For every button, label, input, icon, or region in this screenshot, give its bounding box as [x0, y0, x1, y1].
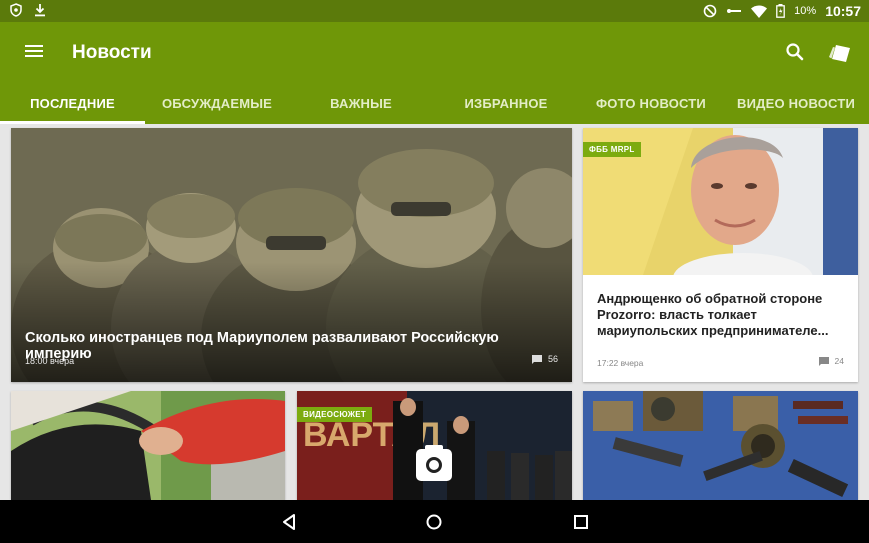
shield-icon: [10, 3, 22, 17]
category-badge: ФББ MRPL: [583, 142, 641, 157]
battery-level: 10%: [794, 5, 817, 17]
status-bar: 10% 10:57: [0, 0, 869, 22]
download-icon: [35, 4, 45, 17]
news-photo-handbag: [11, 391, 285, 500]
news-photo-weapons: [583, 391, 858, 500]
back-icon[interactable]: [278, 511, 300, 533]
tab-discussed[interactable]: ОБСУЖДАЕМЫЕ: [145, 82, 289, 124]
cards-icon: [829, 45, 850, 62]
news-headline: Андрющенко об обратной стороне Prozorro:…: [597, 291, 829, 338]
comment-count: 56: [531, 354, 558, 364]
comment-icon: [531, 354, 542, 364]
tab-video-news[interactable]: ВИДЕО НОВОСТИ: [723, 82, 869, 124]
app-bar: Новости ПОСЛЕДНИЕ ОБСУЖДАЕМЫЕ ВАЖНЫЕ ИЗБ…: [0, 22, 869, 124]
navigation-bar: [0, 500, 869, 543]
news-card-prozorro[interactable]: ФББ MRPL Андрющенко об обратной стороне …: [583, 128, 858, 382]
news-headline: Сколько иностранцев под Мариуполем разва…: [25, 330, 499, 362]
recents-icon[interactable]: [570, 511, 592, 533]
tab-bar: ПОСЛЕДНИЕ ОБСУЖДАЕМЫЕ ВАЖНЫЕ ИЗБРАННОЕ Ф…: [0, 82, 869, 124]
search-icon: [786, 43, 804, 61]
clock: 10:57: [825, 3, 861, 19]
home-icon[interactable]: [423, 511, 445, 533]
search-button[interactable]: [780, 37, 810, 67]
tab-photo-news[interactable]: ФОТО НОВОСТИ: [579, 82, 723, 124]
menu-button[interactable]: [24, 40, 50, 66]
battery-icon: [776, 4, 786, 18]
cards-view-button[interactable]: [824, 37, 856, 67]
news-time: 17:22 вчера: [597, 358, 644, 368]
do-not-disturb-icon: [703, 4, 717, 18]
tab-favorites[interactable]: ИЗБРАННОЕ: [433, 82, 579, 124]
page-title: Новости: [72, 42, 152, 63]
news-card-video[interactable]: ВАРТАЛ ВИДЕОСЮЖЕТ: [297, 391, 572, 500]
wifi-icon: [751, 5, 768, 18]
menu-icon: [25, 45, 43, 47]
category-badge: ВИДЕОСЮЖЕТ: [297, 407, 373, 422]
news-card-handbag[interactable]: [11, 391, 285, 500]
news-card-weapons[interactable]: [583, 391, 858, 500]
news-card-featured[interactable]: Сколько иностранцев под Мариуполем разва…: [11, 128, 572, 382]
tab-important[interactable]: ВАЖНЫЕ: [289, 82, 433, 124]
camera-icon: [416, 445, 452, 481]
news-time: 18:00 вчера: [25, 356, 75, 366]
comment-count: 24: [818, 356, 844, 366]
key-icon: [727, 9, 742, 13]
tab-latest[interactable]: ПОСЛЕДНИЕ: [0, 82, 145, 124]
comment-icon: [818, 356, 829, 366]
